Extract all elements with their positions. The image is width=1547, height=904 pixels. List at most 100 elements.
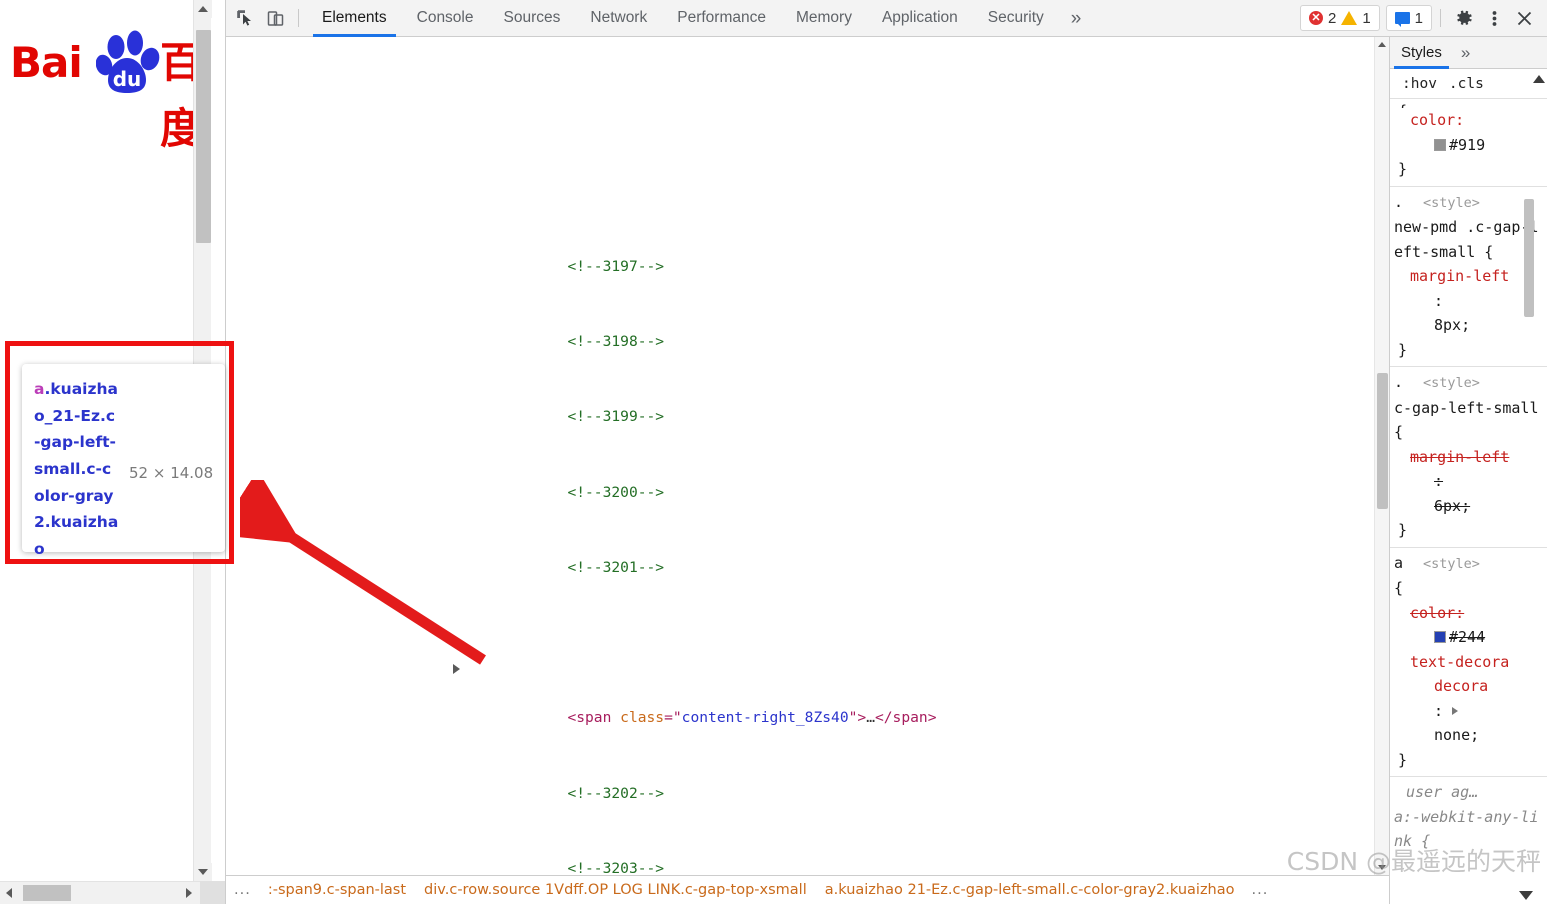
- tab-styles[interactable]: Styles: [1390, 37, 1453, 69]
- prop-name-margin-left[interactable]: margin-left: [1394, 448, 1509, 466]
- inspect-element-icon[interactable]: [230, 4, 260, 32]
- tab-application[interactable]: Application: [867, 0, 973, 37]
- svg-text:du: du: [113, 67, 142, 91]
- expand-triangle-icon[interactable]: [453, 664, 460, 675]
- ua-selector-body[interactable]: a:-webkit-any-link {: [1394, 805, 1547, 854]
- prop-value-color[interactable]: #244: [1394, 625, 1547, 650]
- styles-scroll-down-icon[interactable]: [1519, 891, 1533, 900]
- dom-line-comment[interactable]: <!--3196-->: [226, 140, 1389, 153]
- prop-name-margin-left[interactable]: margin-left: [1394, 267, 1509, 285]
- issue-counters[interactable]: ✕ 2 1: [1299, 5, 1380, 31]
- tab-performance[interactable]: Performance: [662, 0, 781, 37]
- tab-sources[interactable]: Sources: [489, 0, 576, 37]
- kebab-menu-icon[interactable]: [1479, 4, 1509, 32]
- tab-elements[interactable]: Elements: [307, 0, 402, 37]
- elements-dom-pane: <!--3196--> <!--3197--> <!--3198--> <!--…: [226, 37, 1389, 904]
- prop-value-text-decoration[interactable]: none;: [1394, 723, 1547, 748]
- tab-security[interactable]: Security: [973, 0, 1059, 37]
- styles-sidebar: Styles » :hov .cls { color: #919 }: [1389, 37, 1547, 904]
- page-scroll-right-button[interactable]: [180, 882, 200, 904]
- baidu-logo-latin-text: Bai: [10, 38, 83, 87]
- prop-value-color-text: #919: [1449, 135, 1486, 154]
- page-horizontal-scroll-thumb[interactable]: [23, 885, 71, 901]
- dom-line-span-content-right[interactable]: <span class="content-right_8Zs40">…</spa…: [226, 655, 1389, 726]
- page-horizontal-scrollbar[interactable]: [0, 881, 225, 904]
- message-counter[interactable]: 1: [1385, 5, 1432, 31]
- color-swatch[interactable]: [1434, 138, 1446, 151]
- tab-console[interactable]: Console: [402, 0, 489, 37]
- rule-origin[interactable]: <style>: [1403, 375, 1480, 391]
- dom-tree[interactable]: <!--3196--> <!--3197--> <!--3198--> <!--…: [226, 37, 1389, 875]
- dom-scroll-down-button[interactable]: [1375, 860, 1389, 875]
- selector-prefix[interactable]: a: [1394, 554, 1403, 572]
- hov-toggle-button[interactable]: :hov: [1396, 76, 1443, 92]
- tab-network[interactable]: Network: [575, 0, 662, 37]
- more-tabs-chevron-icon[interactable]: »: [1059, 9, 1094, 28]
- prop-separator-with-disclosure[interactable]: :: [1394, 699, 1547, 724]
- page-scroll-down-button[interactable]: [194, 863, 212, 881]
- devtools-window: Elements Console Sources Network Perform…: [225, 0, 1547, 904]
- dom-line-comment[interactable]: <!--3200-->: [226, 455, 1389, 501]
- prop-value-color-text: #244: [1449, 628, 1486, 646]
- styles-rules-list[interactable]: { color: #919 } .<style> new-pmd .c-gap-…: [1390, 99, 1547, 904]
- toolbar-divider-2: [1440, 9, 1441, 27]
- breadcrumb-item-a-kuaizhao[interactable]: a.kuaizhao 21-Ez.c-gap-left-small.c-colo…: [815, 882, 1244, 898]
- style-rule-user-agent[interactable]: user ag… a:-webkit-any-link {: [1390, 777, 1547, 858]
- style-rule-color[interactable]: { color: #919 }: [1390, 99, 1547, 187]
- breadcrumb-overflow-left[interactable]: ...: [226, 882, 259, 898]
- dom-tree-vertical-scrollbar[interactable]: [1374, 37, 1389, 875]
- tab-memory[interactable]: Memory: [781, 0, 867, 37]
- comment-text: <!--3202-->: [567, 784, 665, 802]
- styles-filter-bar: :hov .cls: [1390, 69, 1547, 99]
- gear-icon[interactable]: [1449, 4, 1479, 32]
- inspect-tooltip-dimensions: 52 × 14.08: [129, 464, 214, 482]
- inspect-tooltip-classes: .kuaizhao_21-Ez.c-gap-left-small.c-color…: [34, 380, 119, 558]
- dom-line-comment[interactable]: <!--3198-->: [226, 304, 1389, 350]
- prop-name-color[interactable]: color:: [1394, 604, 1464, 622]
- styles-tab-bar: Styles »: [1390, 37, 1547, 69]
- color-swatch[interactable]: [1434, 631, 1446, 643]
- prop-value-margin-left[interactable]: 6px;: [1394, 494, 1547, 519]
- page-scroll-left-button[interactable]: [0, 882, 20, 904]
- dom-scroll-up-button[interactable]: [1375, 37, 1389, 52]
- baidu-logo[interactable]: Bai du 百度: [10, 30, 202, 153]
- dom-line-comment[interactable]: <!--3199-->: [226, 379, 1389, 425]
- page-scroll-up-button[interactable]: [194, 0, 212, 18]
- style-rule-a[interactable]: a <style> { color: #244 text-decora decor…: [1390, 548, 1547, 777]
- selector-prefix[interactable]: .: [1394, 193, 1403, 211]
- styles-vertical-scroll-thumb[interactable]: [1524, 199, 1534, 317]
- page-vertical-scroll-thumb[interactable]: [196, 30, 211, 243]
- inspect-tooltip-tag: a: [34, 380, 45, 398]
- breadcrumb-item-div-c-row[interactable]: div.c-row.source 1Vdff.OP LOG LINK.c-gap…: [415, 882, 816, 898]
- selector-body[interactable]: c-gap-left-small {: [1394, 396, 1547, 445]
- device-toolbar-icon[interactable]: [260, 4, 290, 32]
- styles-more-chevron-icon[interactable]: »: [1453, 43, 1478, 63]
- prop-name-text-decoration[interactable]: text-decora: [1394, 653, 1509, 671]
- disclosure-triangle-icon[interactable]: [1452, 706, 1459, 715]
- selector-body[interactable]: {: [1394, 576, 1547, 601]
- dom-line-comment[interactable]: <!--3201-->: [226, 530, 1389, 576]
- prop-value-color[interactable]: #919: [1394, 133, 1547, 158]
- styles-scroll-up-icon[interactable]: [1533, 75, 1545, 83]
- inspector-highlight-annotation: a.kuaizhao_21-Ez.c-gap-left-small.c-colo…: [5, 341, 234, 564]
- breadcrumb-overflow-right[interactable]: ...: [1244, 882, 1277, 898]
- rule-close-brace: }: [1398, 340, 1408, 359]
- prop-name-color[interactable]: color:: [1394, 111, 1464, 129]
- style-rule-c-gap-left-small[interactable]: . <style> c-gap-left-small { margin-left …: [1390, 367, 1547, 548]
- comment-text: <!--3199-->: [567, 408, 665, 426]
- dom-line-comment[interactable]: <!--3203-->: [226, 831, 1389, 875]
- cls-toggle-button[interactable]: .cls: [1443, 76, 1490, 92]
- inspect-tooltip-selector: a.kuaizhao_21-Ez.c-gap-left-small.c-colo…: [34, 376, 120, 563]
- element-inspect-tooltip: a.kuaizhao_21-Ez.c-gap-left-small.c-colo…: [22, 364, 225, 558]
- selector-prefix[interactable]: .: [1394, 373, 1403, 391]
- breadcrumb-item-span[interactable]: :-span9.c-span-last: [259, 882, 415, 898]
- dom-line-comment[interactable]: <!--3202-->: [226, 756, 1389, 802]
- rule-origin[interactable]: <style>: [1403, 556, 1480, 572]
- attr-name-class: class: [620, 709, 665, 727]
- rule-origin[interactable]: <style>: [1403, 195, 1480, 211]
- close-icon[interactable]: [1509, 4, 1539, 32]
- breadcrumb[interactable]: ... :-span9.c-span-last div.c-row.source…: [226, 875, 1389, 904]
- dom-vertical-scroll-thumb[interactable]: [1377, 373, 1388, 509]
- dom-line-comment[interactable]: <!--3197-->: [226, 229, 1389, 275]
- message-icon: [1394, 12, 1410, 27]
